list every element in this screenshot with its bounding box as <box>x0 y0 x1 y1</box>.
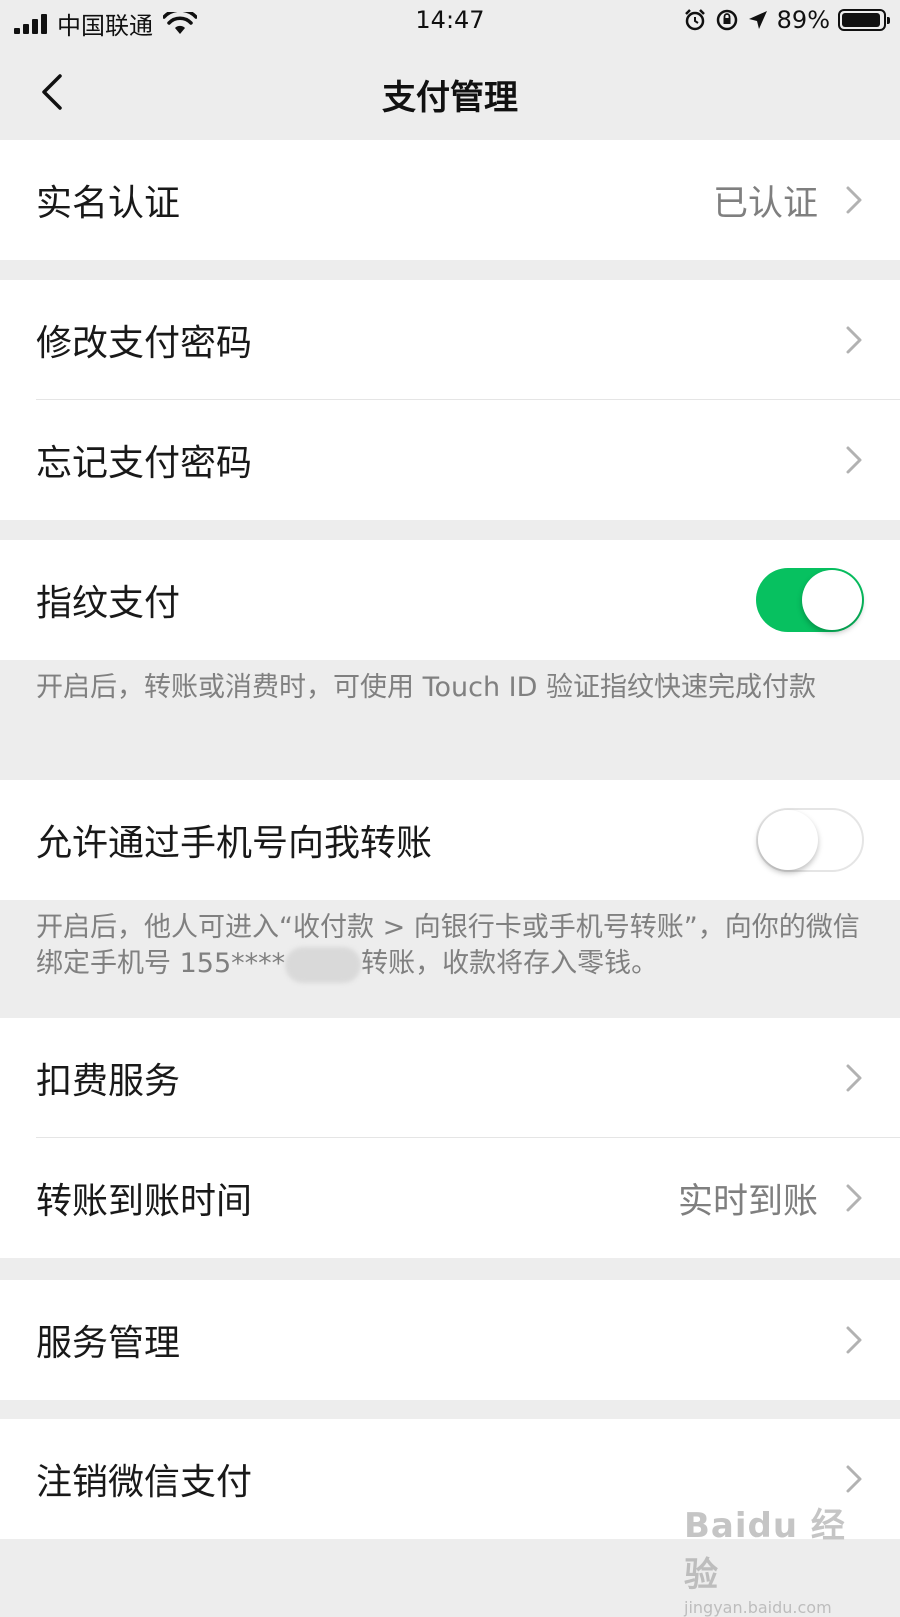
status-right: 89% <box>683 6 890 34</box>
page-title: 支付管理 <box>382 78 518 118</box>
row-label: 实名认证 <box>36 183 181 224</box>
row-change-password[interactable]: 修改支付密码 <box>0 280 900 400</box>
group-fingerprint: 指纹支付 <box>0 540 900 660</box>
toggle-knob <box>758 810 818 870</box>
phone-transfer-toggle[interactable] <box>756 808 864 872</box>
row-label: 服务管理 <box>36 1323 181 1364</box>
chevron-right-icon <box>846 326 862 354</box>
group-real-name: 实名认证 已认证 <box>0 140 900 260</box>
row-forgot-password[interactable]: 忘记支付密码 <box>0 400 900 520</box>
group-password: 修改支付密码 忘记支付密码 <box>0 280 900 520</box>
phone-transfer-note: 开启后，他人可进入“收付款 > 向银行卡或手机号转账”，向你的微信绑定手机号 1… <box>0 900 900 983</box>
note-text-part2: 转账，收款将存入零钱。 <box>361 948 659 979</box>
row-label: 扣费服务 <box>36 1061 181 1102</box>
row-service-manage[interactable]: 服务管理 <box>0 1280 900 1400</box>
group-phone-transfer: 允许通过手机号向我转账 <box>0 780 900 900</box>
row-deduction[interactable]: 扣费服务 <box>0 1018 900 1138</box>
chevron-right-icon <box>846 186 862 214</box>
location-icon <box>748 11 767 29</box>
watermark-url: jingyan.baidu.com <box>684 1598 832 1617</box>
chevron-right-icon <box>846 1326 862 1354</box>
row-real-name[interactable]: 实名认证 已认证 <box>0 140 900 260</box>
row-arrival-time[interactable]: 转账到账时间 实时到账 <box>0 1138 900 1258</box>
fingerprint-toggle[interactable] <box>756 568 864 632</box>
row-phone-transfer: 允许通过手机号向我转账 <box>0 780 900 900</box>
row-fingerprint: 指纹支付 <box>0 540 900 660</box>
status-bar: 中国联通 14:47 89% <box>0 0 900 44</box>
battery-percent: 89% <box>776 6 830 34</box>
row-value: 已认证 <box>712 183 818 224</box>
baidu-watermark-logo: Baidu 经验 jingyan.baidu.com <box>684 1498 854 1617</box>
alarm-icon <box>684 9 705 31</box>
battery-icon <box>838 9 890 31</box>
row-value: 实时到账 <box>677 1181 818 1222</box>
chevron-right-icon <box>846 446 862 474</box>
chevron-right-icon <box>846 1465 862 1493</box>
toggle-knob <box>802 570 862 630</box>
row-label: 指纹支付 <box>36 583 181 624</box>
row-label: 忘记支付密码 <box>36 443 253 484</box>
nav-bar: 支付管理 <box>0 44 900 140</box>
redacted-phone-blur <box>285 946 362 983</box>
group-services: 扣费服务 转账到账时间 实时到账 <box>0 1018 900 1258</box>
row-label: 允许通过手机号向我转账 <box>36 823 433 864</box>
fingerprint-note: 开启后，转账或消费时，可使用 Touch ID 验证指纹快速完成付款 <box>36 672 816 703</box>
group-service-manage: 服务管理 <box>0 1280 900 1400</box>
watermark-brand: Baidu 经验 <box>684 1506 846 1595</box>
row-label: 转账到账时间 <box>36 1181 253 1222</box>
rotation-lock-icon <box>716 9 737 31</box>
row-label: 修改支付密码 <box>36 323 253 364</box>
chevron-right-icon <box>846 1064 862 1092</box>
chevron-right-icon <box>846 1184 862 1212</box>
